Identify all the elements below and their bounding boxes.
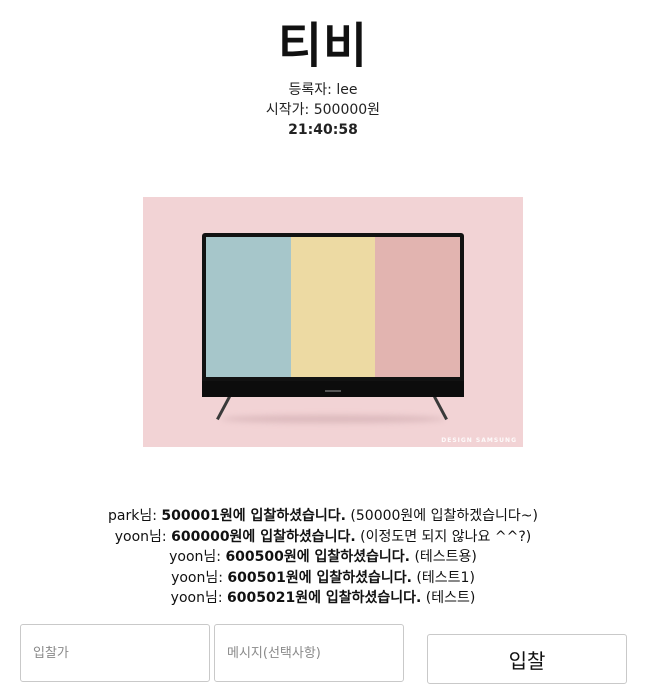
tv-chin [202,381,464,397]
bid-message: (테스트) [421,590,476,606]
bid-amount: 600500원에 입찰하셨습니다. [225,549,410,565]
screen-band-pink [375,237,461,377]
bid-item: yoon님: 6005021원에 입찰하셨습니다. (테스트) [0,588,646,609]
image-watermark: DESIGN SAMSUNG [441,437,517,444]
bid-message: (테스트용) [410,549,477,565]
bid-list: park님: 500001원에 입찰하셨습니다. (50000원에 입찰하겠습니… [0,506,646,609]
bid-message: (이정도면 되지 않나요 ^^?) [355,528,532,545]
bid-amount-input[interactable] [20,624,210,682]
bid-user: yoon님: [171,569,228,586]
bid-item: yoon님: 600000원에 입찰하셨습니다. (이정도면 되지 않나요 ^^… [0,527,646,548]
screen-band-yellow [290,237,376,377]
countdown-timer: 21:40:58 [288,122,358,138]
tv-shadow [221,415,445,423]
screen-band-blue [206,237,291,377]
bid-amount: 600501원에 입찰하셨습니다. [227,569,412,586]
tv-logo [325,390,341,392]
product-title: 티비 [277,18,369,74]
bid-amount: 600000원에 입찰하셨습니다. [171,528,356,545]
seller-label: 등록자: lee [288,82,358,98]
bid-user: yoon님: [114,528,172,545]
product-image: DESIGN SAMSUNG [143,197,523,447]
bid-message: (테스트1) [411,569,475,586]
bid-item: park님: 500001원에 입찰하셨습니다. (50000원에 입찰하겠습니… [0,506,646,527]
bid-amount: 6005021원에 입찰하셨습니다. [227,590,422,606]
bid-item: yoon님: 600501원에 입찰하셨습니다. (테스트1) [0,568,646,589]
bid-user: park님: [108,508,162,524]
bid-user: yoon님: [170,590,227,606]
bid-message: (50000원에 입찰하겠습니다~) [345,508,538,524]
bid-item: yoon님: 600500원에 입찰하셨습니다. (테스트용) [0,547,646,568]
submit-bid-button[interactable]: 입찰 [427,634,627,684]
bid-user: yoon님: [169,549,226,565]
bid-message-input[interactable] [214,624,404,682]
bid-amount: 500001원에 입찰하셨습니다. [161,508,346,524]
tv-screen [206,237,461,377]
start-price-label: 시작가: 500000원 [265,102,381,118]
tv-frame [202,233,464,397]
